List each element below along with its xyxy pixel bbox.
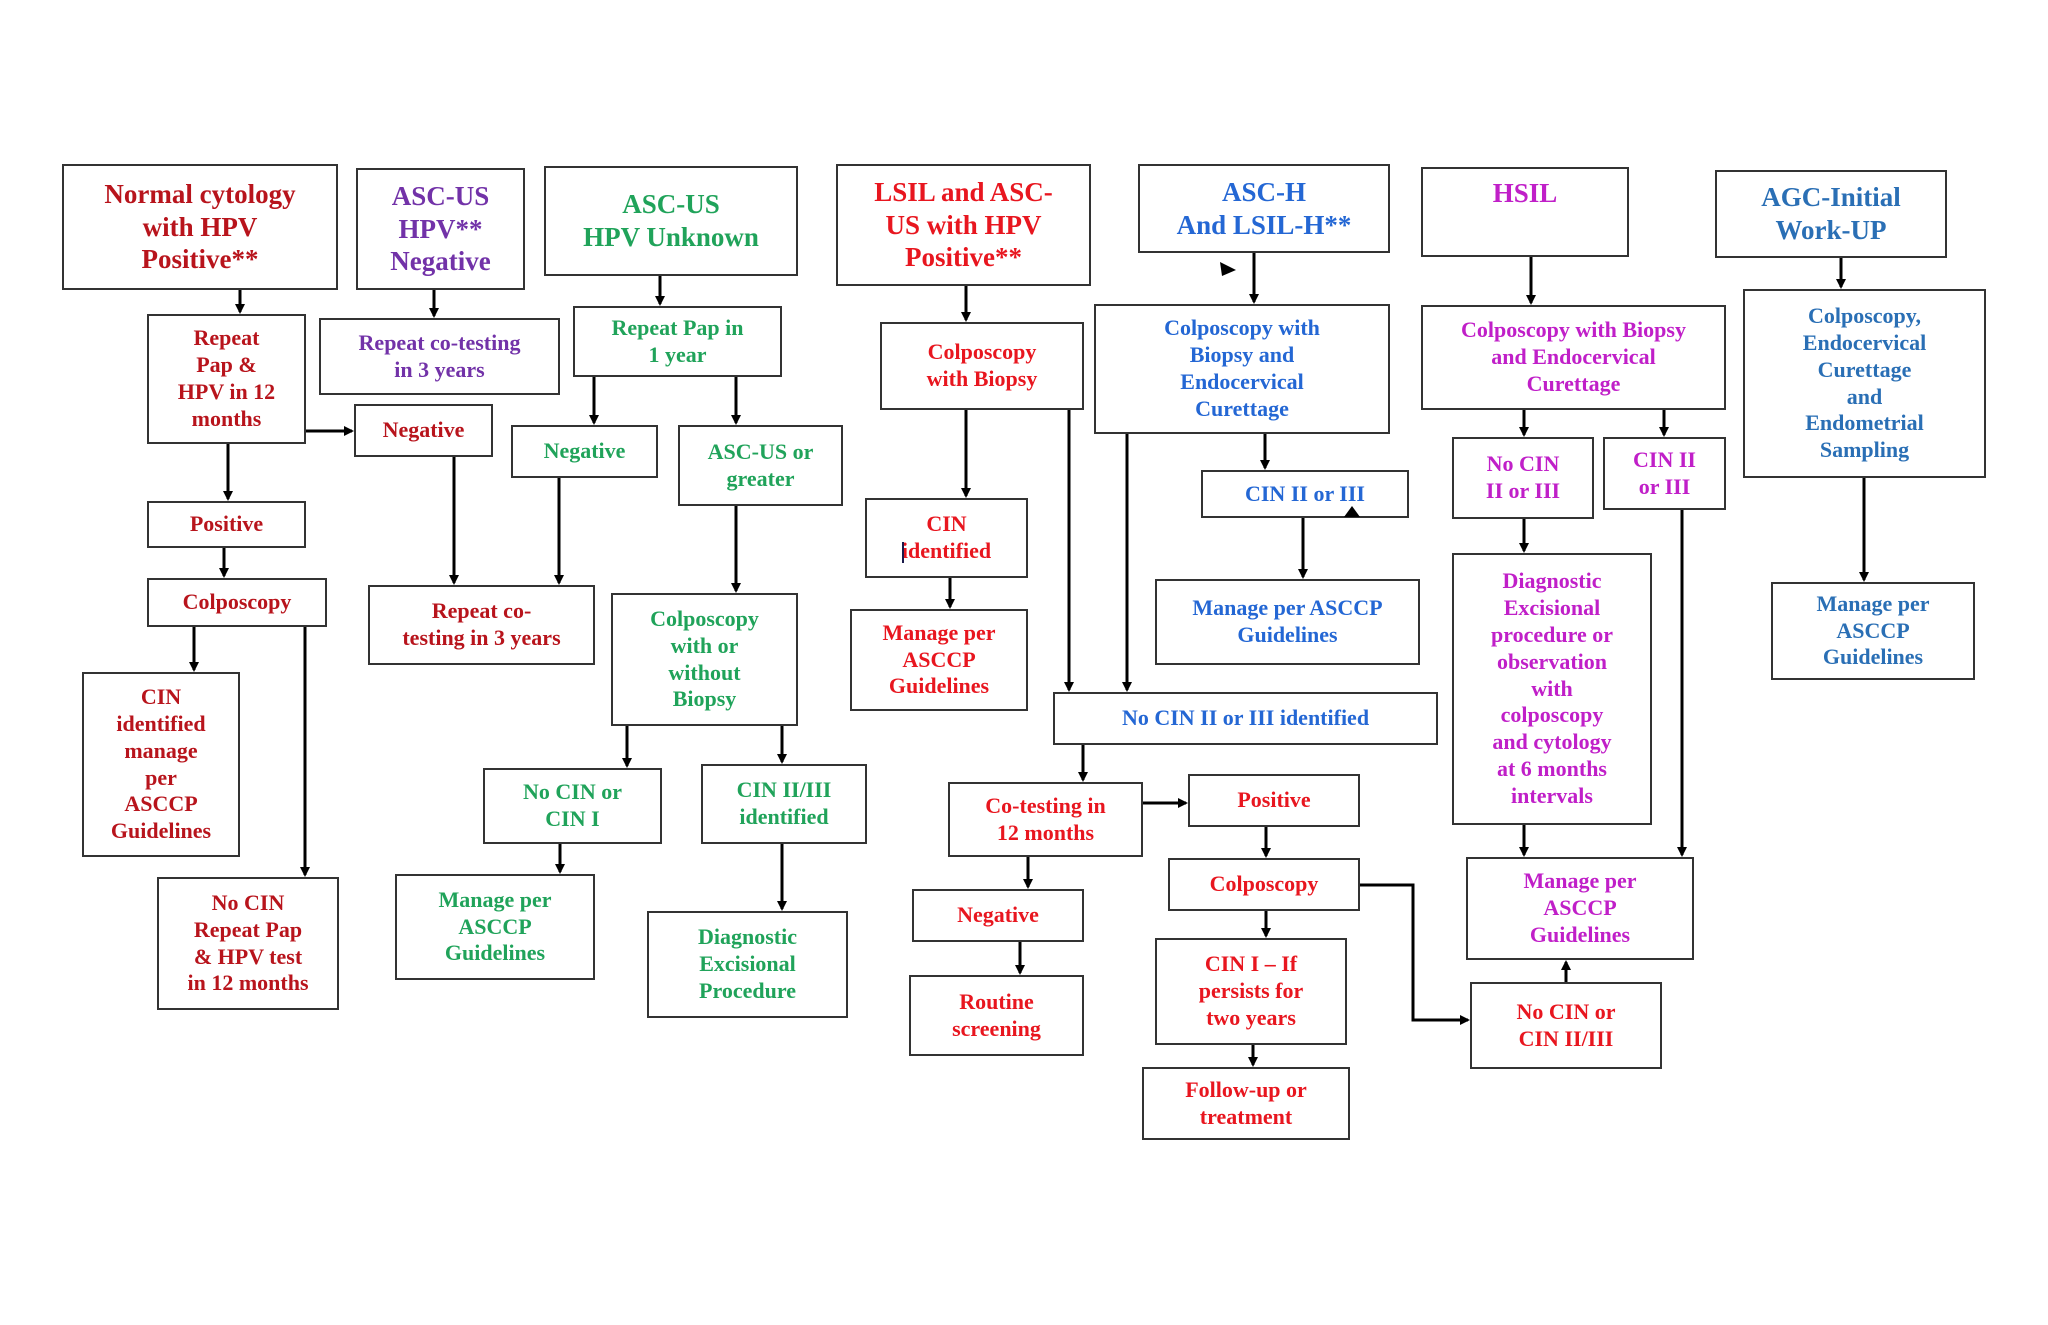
stray-arrowhead-icon [1344, 506, 1360, 517]
arrow-colposcopy-to-no-cin-or [1360, 883, 1470, 1025]
connector-layer [189, 253, 1869, 1067]
stray-arrowhead-icon [1220, 262, 1236, 276]
